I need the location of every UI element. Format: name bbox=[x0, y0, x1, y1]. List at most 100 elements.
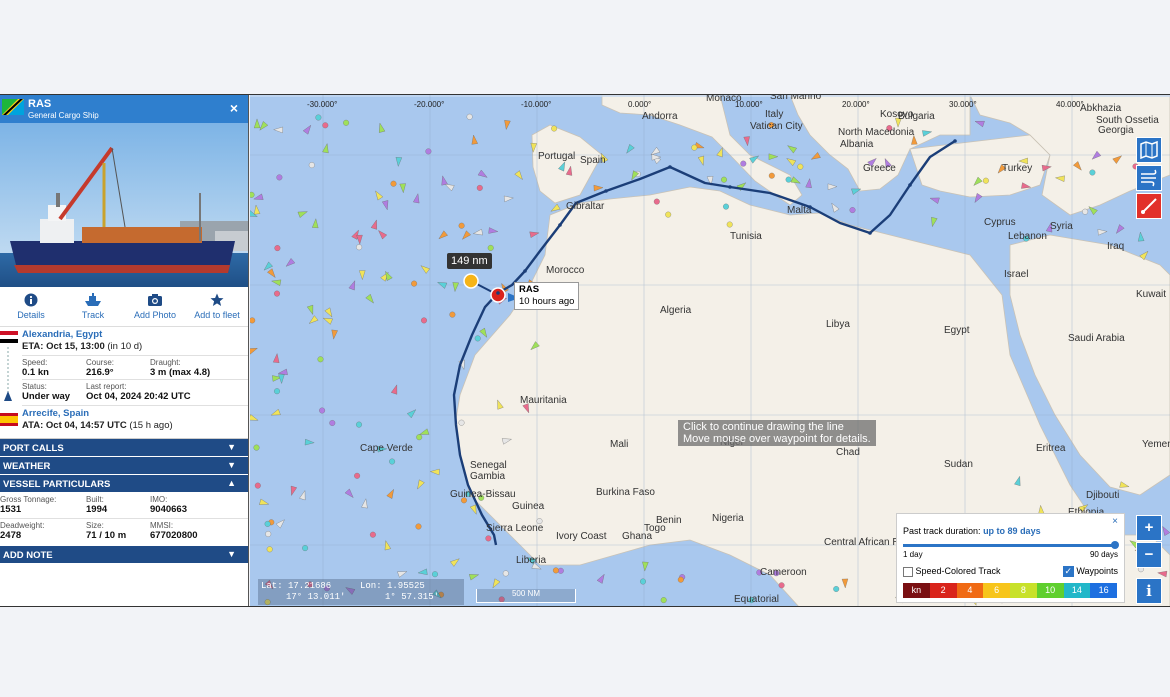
vessel-marker-icon[interactable] bbox=[743, 136, 751, 147]
anchored-vessel-icon[interactable] bbox=[411, 280, 418, 287]
vessel-marker-icon[interactable] bbox=[284, 258, 296, 268]
anchored-vessel-icon[interactable] bbox=[487, 244, 494, 251]
vessel-marker-icon[interactable] bbox=[399, 183, 407, 194]
vessel-marker-icon[interactable] bbox=[271, 278, 282, 286]
anchored-vessel-icon[interactable] bbox=[356, 421, 362, 428]
vessel-marker-icon[interactable] bbox=[361, 498, 369, 509]
anchored-vessel-icon[interactable] bbox=[264, 520, 271, 527]
vessel-marker-icon[interactable] bbox=[406, 407, 418, 419]
anchored-vessel-icon[interactable] bbox=[425, 148, 432, 155]
waypoints-checkbox[interactable]: ✓ bbox=[1062, 566, 1074, 578]
anchored-vessel-icon[interactable] bbox=[369, 531, 376, 538]
vessel-marker-icon[interactable] bbox=[297, 209, 309, 218]
vessel-marker-icon[interactable] bbox=[479, 327, 490, 339]
anchored-vessel-icon[interactable] bbox=[389, 458, 396, 465]
track-button[interactable]: Track bbox=[62, 287, 124, 326]
anchored-vessel-icon[interactable] bbox=[329, 420, 336, 426]
vessel-marker-icon[interactable] bbox=[697, 155, 706, 166]
destination-port[interactable]: Alexandria, Egypt bbox=[22, 329, 102, 340]
ship-popup[interactable]: RAS 10 hours ago bbox=[514, 282, 580, 310]
anchored-vessel-icon[interactable] bbox=[849, 207, 856, 214]
vessel-marker-icon[interactable] bbox=[929, 217, 938, 228]
vessel-marker-icon[interactable] bbox=[1114, 224, 1125, 236]
anchored-vessel-icon[interactable] bbox=[415, 523, 422, 530]
vessel-marker-icon[interactable] bbox=[974, 118, 985, 128]
vessel-marker-icon[interactable] bbox=[312, 218, 319, 229]
anchored-vessel-icon[interactable] bbox=[276, 174, 283, 181]
vessel-marker-icon[interactable] bbox=[596, 573, 607, 584]
vessel-marker-icon[interactable] bbox=[273, 126, 283, 134]
vessel-marker-icon[interactable] bbox=[381, 200, 390, 211]
anchored-vessel-icon[interactable] bbox=[785, 176, 792, 183]
weather-layer-button[interactable] bbox=[1136, 165, 1162, 191]
add-photo-button[interactable]: Add Photo bbox=[124, 287, 186, 326]
vessel-marker-icon[interactable] bbox=[415, 479, 425, 491]
vessel-marker-icon[interactable] bbox=[452, 282, 459, 293]
vessel-marker-icon[interactable] bbox=[250, 345, 259, 355]
vessel-particulars-section[interactable]: VESSEL PARTICULARS ▲ bbox=[0, 475, 248, 493]
vessel-marker-icon[interactable] bbox=[413, 193, 421, 204]
vessel-marker-icon[interactable] bbox=[1137, 231, 1145, 242]
vessel-marker-icon[interactable] bbox=[270, 408, 281, 418]
vessel-marker-icon[interactable] bbox=[429, 468, 440, 476]
anchored-vessel-icon[interactable] bbox=[660, 597, 667, 604]
vessel-marker-icon[interactable] bbox=[593, 184, 604, 192]
duration-slider-handle[interactable] bbox=[1110, 541, 1119, 549]
anchored-vessel-icon[interactable] bbox=[768, 172, 775, 179]
anchored-vessel-icon[interactable] bbox=[740, 160, 747, 167]
track-waypoint-icon[interactable] bbox=[908, 183, 912, 187]
vessel-marker-icon[interactable] bbox=[304, 438, 315, 446]
vessel-marker-icon[interactable] bbox=[376, 228, 388, 240]
vessel-marker-icon[interactable] bbox=[359, 270, 366, 281]
vessel-marker-icon[interactable] bbox=[503, 120, 511, 131]
vessel-marker-icon[interactable] bbox=[390, 384, 399, 395]
vessel-marker-icon[interactable] bbox=[642, 561, 649, 572]
anchored-vessel-icon[interactable] bbox=[302, 545, 309, 552]
track-waypoint-icon[interactable] bbox=[496, 291, 500, 295]
vessel-marker-icon[interactable] bbox=[299, 490, 307, 501]
anchored-vessel-icon[interactable] bbox=[250, 317, 256, 324]
vessel-marker-icon[interactable] bbox=[417, 568, 428, 576]
vessel-marker-icon[interactable] bbox=[373, 189, 384, 201]
info-button[interactable]: i bbox=[1136, 578, 1162, 604]
vessel-marker-icon[interactable] bbox=[386, 488, 397, 499]
vessel-marker-icon[interactable] bbox=[514, 170, 525, 182]
port-calls-section[interactable]: PORT CALLS ▼ bbox=[0, 439, 248, 457]
vessel-marker-icon[interactable] bbox=[436, 279, 448, 289]
vessel-marker-icon[interactable] bbox=[805, 178, 813, 189]
vessel-marker-icon[interactable] bbox=[810, 152, 821, 162]
vessel-marker-icon[interactable] bbox=[624, 144, 635, 155]
vessel-marker-icon[interactable] bbox=[272, 353, 280, 363]
anchored-vessel-icon[interactable] bbox=[250, 191, 255, 198]
anchored-vessel-icon[interactable] bbox=[833, 586, 840, 592]
vessel-marker-icon[interactable] bbox=[477, 169, 489, 180]
anchored-vessel-icon[interactable] bbox=[1082, 208, 1089, 215]
track-waypoint-icon[interactable] bbox=[523, 269, 527, 273]
speed-colored-option[interactable]: Speed-Colored Track bbox=[903, 566, 1001, 577]
vessel-marker-icon[interactable] bbox=[488, 227, 499, 235]
anchored-vessel-icon[interactable] bbox=[797, 163, 804, 170]
vessel-marker-icon[interactable] bbox=[827, 183, 838, 190]
anchored-vessel-icon[interactable] bbox=[458, 222, 465, 229]
vessel-marker-icon[interactable] bbox=[377, 122, 386, 133]
vessel-marker-icon[interactable] bbox=[253, 204, 261, 215]
track-waypoint-icon[interactable] bbox=[604, 189, 608, 193]
track-waypoint-icon[interactable] bbox=[668, 165, 672, 169]
track-waypoint-icon[interactable] bbox=[808, 205, 812, 209]
anchored-vessel-icon[interactable] bbox=[723, 203, 729, 210]
anchored-vessel-icon[interactable] bbox=[458, 419, 465, 426]
track-waypoint-icon[interactable] bbox=[728, 185, 732, 189]
details-button[interactable]: Details bbox=[0, 287, 62, 326]
zoom-out-button[interactable]: − bbox=[1136, 542, 1162, 568]
anchored-vessel-icon[interactable] bbox=[677, 576, 684, 583]
anchored-vessel-icon[interactable] bbox=[778, 582, 785, 589]
vessel-marker-icon[interactable] bbox=[503, 195, 514, 203]
vessel-marker-icon[interactable] bbox=[471, 134, 478, 145]
vessel-marker-icon[interactable] bbox=[929, 195, 940, 204]
measure-tool-button[interactable] bbox=[1136, 193, 1162, 219]
anchored-vessel-icon[interactable] bbox=[551, 125, 558, 132]
vessel-marker-icon[interactable] bbox=[253, 193, 264, 202]
anchored-vessel-icon[interactable] bbox=[982, 177, 989, 184]
anchored-vessel-icon[interactable] bbox=[485, 535, 492, 542]
vessel-marker-icon[interactable] bbox=[419, 263, 431, 274]
